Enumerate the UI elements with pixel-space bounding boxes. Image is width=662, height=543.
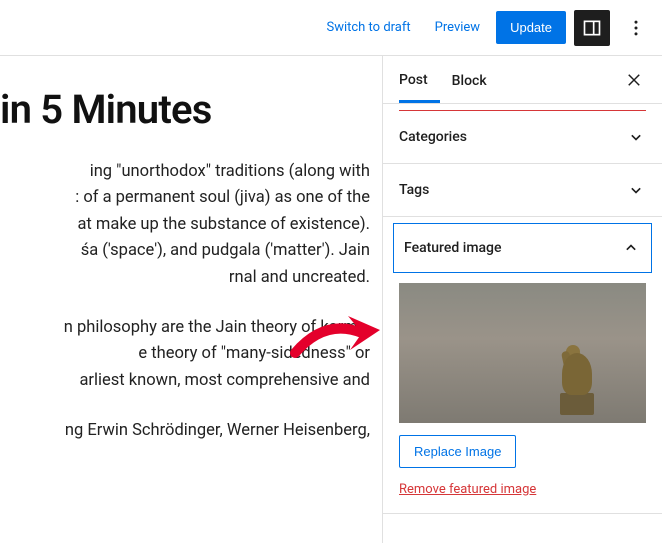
settings-sidebar: Post Block Categories Tags Featured imag…: [382, 56, 662, 543]
panel-header-categories[interactable]: Categories: [383, 111, 662, 163]
settings-panel-icon: [582, 18, 602, 38]
close-icon: [625, 71, 643, 89]
panel-title: Featured image: [404, 240, 502, 256]
chevron-up-icon: [621, 238, 641, 258]
editor-canvas[interactable]: in 5 Minutes ing "unorthodox" traditions…: [0, 56, 382, 543]
chevron-down-icon: [626, 127, 646, 147]
paragraph-block[interactable]: n philosophy are the Jain theory of karm…: [0, 315, 370, 394]
panel-title: Tags: [399, 182, 429, 198]
more-options-button[interactable]: [618, 10, 654, 46]
more-icon: [626, 18, 646, 38]
post-title[interactable]: in 5 Minutes: [0, 86, 370, 133]
settings-button[interactable]: [574, 10, 610, 46]
thinker-statue-icon: [560, 393, 594, 415]
panel-tags: Tags: [383, 164, 662, 217]
tab-post[interactable]: Post: [399, 58, 440, 103]
featured-image-preview[interactable]: [399, 283, 646, 423]
editor-top-bar: Switch to draft Preview Update: [0, 0, 662, 56]
panel-title: Categories: [399, 129, 467, 145]
close-sidebar-button[interactable]: [622, 68, 646, 92]
paragraph-block[interactable]: ng Erwin Schrödinger, Werner Heisenberg,: [0, 418, 370, 444]
tab-block[interactable]: Block: [440, 59, 499, 101]
switch-to-draft-link[interactable]: Switch to draft: [318, 14, 418, 41]
panel-header-tags[interactable]: Tags: [383, 164, 662, 216]
update-button[interactable]: Update: [496, 11, 566, 44]
panel-header-featured-image[interactable]: Featured image: [393, 223, 652, 273]
preview-link[interactable]: Preview: [427, 14, 488, 41]
panel-body-featured-image: Replace Image Remove featured image: [383, 273, 662, 513]
chevron-down-icon: [626, 180, 646, 200]
remove-featured-image-link[interactable]: Remove featured image: [399, 482, 646, 497]
replace-image-button[interactable]: Replace Image: [399, 435, 516, 468]
panel-categories: Categories: [383, 111, 662, 164]
sidebar-tabs: Post Block: [383, 56, 662, 104]
panel-featured-image: Featured image Replace Image Remove feat…: [383, 217, 662, 514]
paragraph-block[interactable]: ing "unorthodox" traditions (along with …: [0, 159, 370, 291]
